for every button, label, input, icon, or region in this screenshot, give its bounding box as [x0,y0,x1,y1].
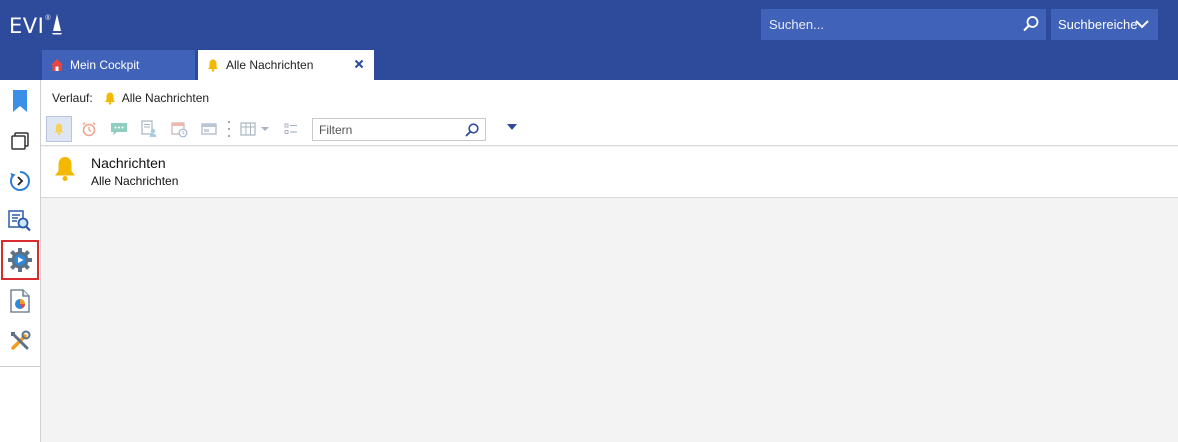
process-gear-icon [8,248,32,272]
view-header: Verlauf: Alle Nachrichten [41,80,1178,146]
list-icon [284,123,297,134]
home-icon [49,57,65,73]
breadcrumb-prefix: Verlauf: [52,91,93,105]
chevron-down-icon [1135,20,1149,29]
sidebar-item-processes[interactable] [1,240,39,280]
sidebar-item-history[interactable] [3,164,37,198]
top-bar: EVI ® Suchbereiche Mein Cockpit [0,0,1178,80]
global-search [761,9,1046,40]
tab-label: Alle Nachrichten [226,58,314,72]
search-scope-dropdown[interactable]: Suchbereiche [1051,9,1158,40]
search-icon[interactable] [464,122,480,138]
chat-icon [111,123,127,136]
caret-down-icon[interactable] [506,123,518,131]
filter-field [312,118,486,141]
tab-label: Mein Cockpit [70,58,140,72]
list-view-button[interactable] [278,116,304,142]
filter-input[interactable] [313,122,458,137]
bell-icon [54,123,64,136]
main-panel: Verlauf: Alle Nachrichten Filtern Nachri… [41,80,1178,442]
close-icon[interactable] [353,58,365,70]
document-chart-icon [10,289,30,313]
document-user-icon [141,120,157,137]
sidebar-item-windows[interactable] [3,124,37,158]
search-scope-label: Suchbereiche [1058,17,1138,32]
toolbar [46,116,517,142]
breadcrumb: Verlauf: Alle Nachrichten [52,91,209,105]
sidebar-item-document-chart[interactable] [3,284,37,318]
window-button[interactable] [196,116,222,142]
document-user-button[interactable] [136,116,162,142]
sail-icon [51,14,62,35]
sidebar-divider [0,366,40,367]
search-input[interactable] [761,17,1011,32]
app-logo[interactable]: EVI ® [9,12,62,40]
bell-icon [103,91,117,105]
history-icon [10,171,30,191]
report-search-icon [8,210,31,232]
sidebar-item-tools[interactable] [3,324,37,358]
sidebar-item-report-search[interactable] [3,204,37,238]
calendar-clock-icon [170,121,187,137]
list-item-subtitle: Alle Nachrichten [91,174,179,188]
window-icon [201,123,217,135]
tab-alle-nachrichten[interactable]: Alle Nachrichten [198,50,374,80]
breadcrumb-current[interactable]: Alle Nachrichten [122,91,209,105]
columns-dropdown-button[interactable] [236,116,274,142]
logo-text: EVI [9,14,45,38]
logo-registered-mark: ® [45,15,51,22]
tab-mein-cockpit[interactable]: Mein Cockpit [42,50,195,80]
notifications-button[interactable] [46,116,72,142]
sidebar-item-bookmarks[interactable] [3,84,37,118]
bell-icon [205,57,221,73]
caret-down-icon [261,127,269,131]
bookmark-icon [13,90,27,112]
calendar-button[interactable] [166,116,192,142]
search-icon[interactable] [1022,15,1040,33]
table-columns-icon [240,122,256,136]
toolbar-separator [226,121,232,137]
messages-button[interactable] [106,116,132,142]
bell-icon [55,157,75,181]
list-item[interactable]: Nachrichten Alle Nachrichten [41,147,1178,198]
windows-icon [11,132,29,150]
reminders-button[interactable] [76,116,102,142]
sidebar [0,80,41,442]
alarm-clock-icon [82,122,96,137]
tools-icon [11,330,31,350]
list-item-title: Nachrichten [91,155,166,171]
